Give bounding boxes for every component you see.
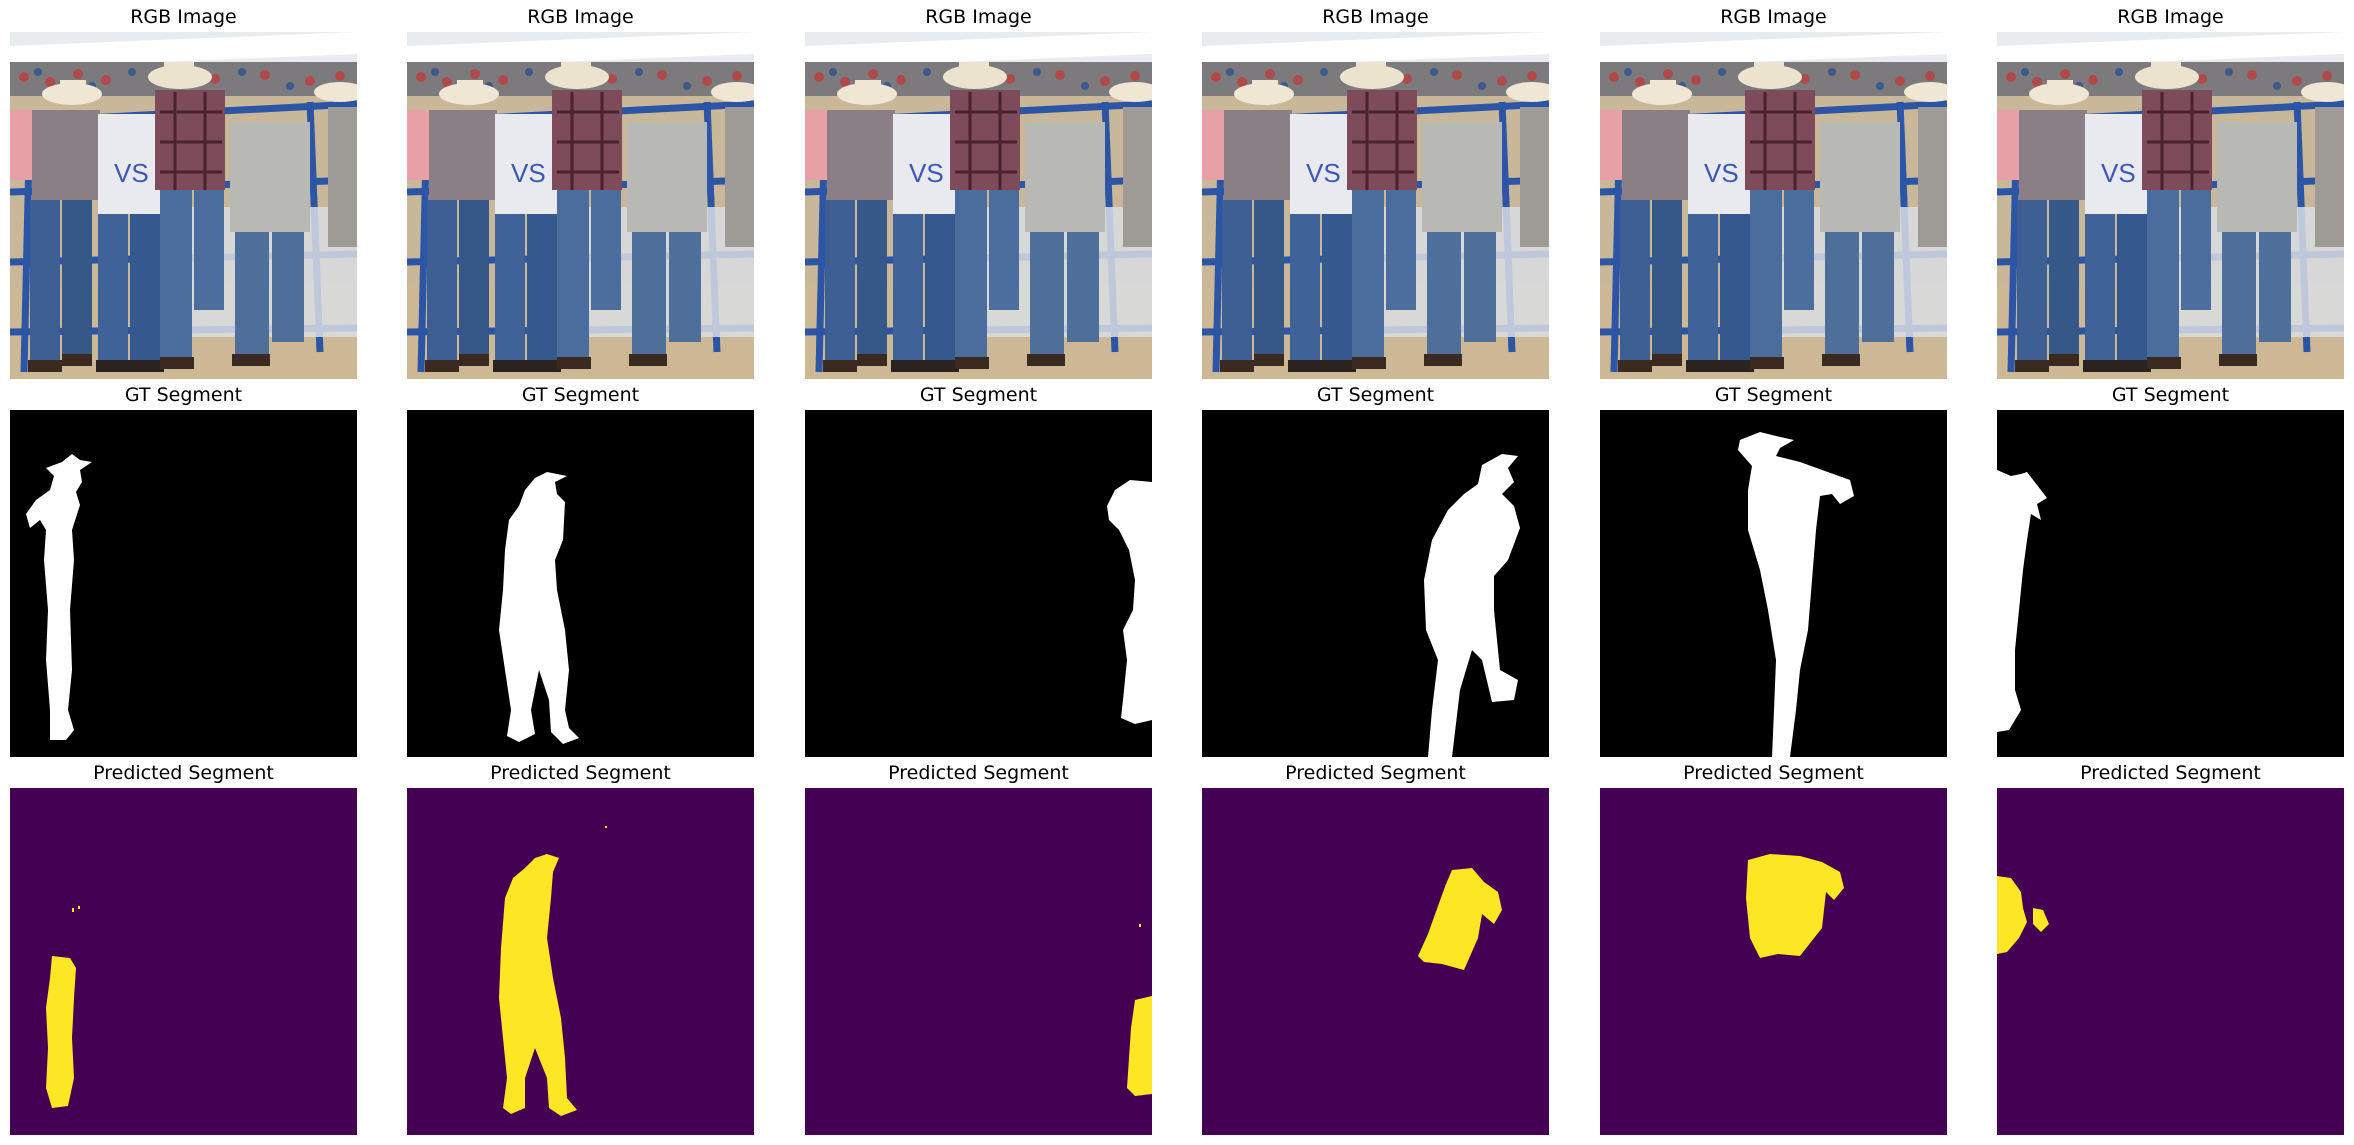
pred-title-3: Predicted Segment: [888, 762, 1069, 784]
gt-title-3: GT Segment: [919, 384, 1038, 406]
rgb-title-1: RGB Image: [130, 6, 237, 28]
pred-mask-4: [1202, 788, 1549, 1135]
rgb-image-4: [1202, 32, 1549, 379]
gt-title-4: GT Segment: [1316, 384, 1435, 406]
pred-title-6: Predicted Segment: [2080, 762, 2261, 784]
rgb-title-2: RGB Image: [527, 6, 634, 28]
gt-mask-6: [1997, 410, 2344, 757]
pred-title-2: Predicted Segment: [490, 762, 671, 784]
pred-mask-6: [1997, 788, 2344, 1135]
gt-mask-5: [1600, 410, 1947, 757]
pred-title-4: Predicted Segment: [1285, 762, 1466, 784]
rgb-title-5: RGB Image: [1720, 6, 1827, 28]
gt-mask-2: [407, 410, 754, 757]
gt-mask-1: [10, 410, 357, 757]
gt-title-1: GT Segment: [124, 384, 243, 406]
rgb-title-6: RGB Image: [2117, 6, 2224, 28]
gt-title-5: GT Segment: [1714, 384, 1833, 406]
gt-mask-3: [805, 410, 1152, 757]
gt-title-2: GT Segment: [521, 384, 640, 406]
gt-mask-4: [1202, 410, 1549, 757]
rgb-image-6: [1997, 32, 2344, 379]
pred-title-5: Predicted Segment: [1683, 762, 1864, 784]
pred-mask-3: [805, 788, 1152, 1135]
rgb-title-3: RGB Image: [925, 6, 1032, 28]
gt-title-6: GT Segment: [2111, 384, 2230, 406]
rgb-title-4: RGB Image: [1322, 6, 1429, 28]
rgb-image-3: [805, 32, 1152, 379]
rgb-image-2: [407, 32, 754, 379]
pred-mask-1: [10, 788, 357, 1135]
pred-mask-5: [1600, 788, 1947, 1135]
rgb-image-5: [1600, 32, 1947, 379]
pred-mask-2: [407, 788, 754, 1135]
pred-title-1: Predicted Segment: [93, 762, 274, 784]
rgb-image-1: [10, 32, 357, 379]
